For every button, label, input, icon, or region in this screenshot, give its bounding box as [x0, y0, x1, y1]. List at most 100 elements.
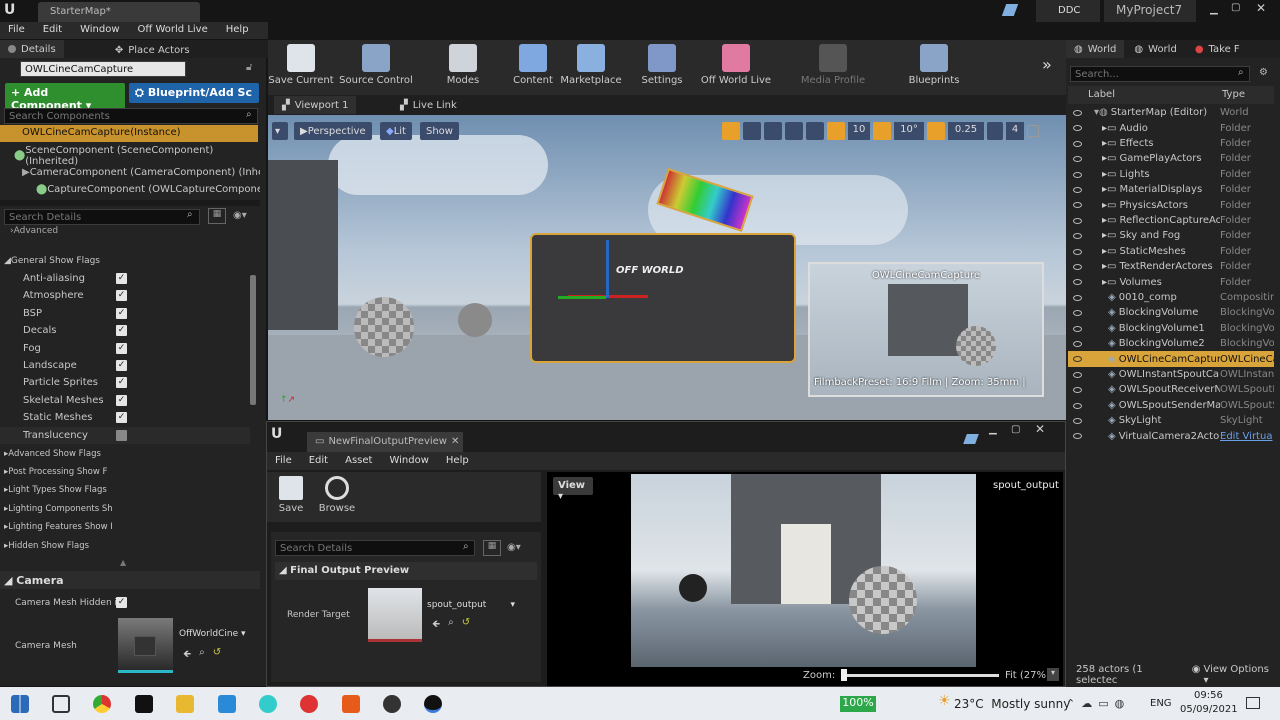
browse-icon[interactable]: ⌕: [448, 617, 454, 634]
outliner-row[interactable]: ▸▭ Lights Folder: [1068, 167, 1274, 182]
visibility-eye-icon[interactable]: [1073, 248, 1082, 255]
perspective-button[interactable]: ▶ Perspective: [294, 122, 372, 140]
visibility-eye-icon[interactable]: [1073, 325, 1082, 332]
tab-world-1[interactable]: ◍ World: [1066, 40, 1125, 58]
component-scene[interactable]: ⬤ SceneComponent (SceneComponent) (Inher…: [14, 145, 266, 167]
view-options-button[interactable]: ◉ View Options ▾: [1192, 664, 1276, 686]
visibility-eye-icon[interactable]: [1073, 371, 1082, 378]
sub-doc-tab[interactable]: ▭ NewFinalOutputPreview ✕: [307, 432, 463, 452]
toolbar-button[interactable]: Source Control: [338, 44, 414, 86]
sub-maximize-icon[interactable]: ▢: [1011, 424, 1020, 435]
flag-checkbox[interactable]: ✓: [116, 394, 127, 406]
app-blue-icon[interactable]: [218, 695, 236, 713]
details-scrollbar[interactable]: [250, 275, 256, 405]
flag-checkbox[interactable]: ✓: [116, 290, 127, 302]
grid-size[interactable]: 10: [848, 122, 870, 140]
outliner-row[interactable]: ▸▭ Sky and Fog Folder: [1068, 228, 1274, 243]
grid-snap-icon[interactable]: [827, 122, 845, 140]
toolbar-button[interactable]: Save Current: [268, 44, 334, 86]
visibility-eye-icon[interactable]: [1073, 171, 1082, 178]
visibility-eye-icon[interactable]: [1073, 279, 1082, 286]
outliner-row[interactable]: ◈ OWLSpoutReceiverN OWLSpoutR: [1068, 382, 1274, 397]
col-label[interactable]: Label: [1088, 89, 1115, 100]
component-camera[interactable]: ▶ CameraComponent (CameraComponent) (Inh…: [22, 164, 260, 181]
section-row[interactable]: ▸ Hidden Show Flags: [4, 537, 112, 554]
reset-icon[interactable]: ↺: [213, 647, 221, 664]
sub-close-icon[interactable]: ✕: [1035, 422, 1045, 436]
outliner-row[interactable]: ▾◍ StarterMap (Editor) World: [1068, 105, 1274, 120]
tab-close-icon[interactable]: ✕: [451, 436, 459, 448]
flag-checkbox[interactable]: ✓: [116, 377, 127, 389]
sub-grid-icon[interactable]: ▦: [483, 540, 501, 556]
battery-indicator[interactable]: 100%: [840, 696, 876, 712]
visibility-eye-icon[interactable]: [1073, 264, 1082, 270]
visibility-eye-icon[interactable]: [1073, 187, 1082, 193]
menu-help[interactable]: Help: [226, 24, 249, 37]
sub-eye-icon[interactable]: ◉▾: [507, 542, 521, 553]
visibility-eye-icon[interactable]: [1073, 310, 1082, 317]
media-player-icon[interactable]: [300, 695, 318, 713]
obs-icon[interactable]: [383, 695, 401, 713]
visibility-eye-icon[interactable]: [1073, 156, 1082, 163]
close-icon[interactable]: ✕: [1256, 1, 1266, 15]
app-orange-icon[interactable]: [342, 695, 360, 713]
sub-menu-edit[interactable]: Edit: [309, 455, 328, 467]
flag-checkbox[interactable]: ✓: [116, 273, 127, 284]
document-tab[interactable]: StarterMap*: [38, 2, 200, 22]
outliner-row[interactable]: ▸▭ Effects Folder: [1068, 136, 1274, 151]
rotation-snap-icon[interactable]: [873, 122, 891, 140]
flag-checkbox[interactable]: ✓: [116, 325, 127, 337]
section-row[interactable]: ▸ Lighting Features Show I: [4, 519, 112, 536]
render-target-thumbnail[interactable]: [368, 588, 422, 642]
flag-checkbox[interactable]: ✓: [116, 412, 127, 424]
flag-checkbox[interactable]: ✓: [116, 342, 127, 354]
toolbar-button[interactable]: Blueprints: [898, 44, 970, 86]
minimize-icon[interactable]: ▁: [1210, 4, 1218, 15]
section-row[interactable]: ▸ Advanced Show Flags: [4, 445, 112, 462]
view-menu-button[interactable]: View ▾: [553, 477, 593, 502]
camera-hidden-checkbox[interactable]: ✓: [116, 597, 127, 608]
outliner-row[interactable]: ▸▭ ReflectionCaptureAc Folder: [1068, 213, 1274, 228]
search-components-input[interactable]: Search Components: [4, 108, 258, 124]
camera-speed-icon[interactable]: [987, 122, 1003, 140]
toolbar-overflow-icon[interactable]: »: [1042, 55, 1052, 74]
visibility-eye-icon[interactable]: [1073, 140, 1082, 147]
zoom-slider-handle[interactable]: [841, 669, 847, 681]
final-output-header[interactable]: ◢ Final Output Preview: [275, 562, 537, 580]
surface-snap-icon[interactable]: [806, 122, 824, 140]
flag-checkbox[interactable]: [116, 429, 127, 441]
rotation-snap-value[interactable]: 10°: [894, 122, 924, 140]
sub-minimize-icon[interactable]: ▁: [989, 424, 997, 435]
sub-browse-button[interactable]: Browse: [317, 476, 357, 514]
outliner-row[interactable]: ◈ BlockingVolume1 BlockingVol: [1068, 321, 1274, 336]
sub-menu-file[interactable]: File: [275, 455, 292, 467]
weather-icon[interactable]: ☀: [938, 693, 951, 709]
file-explorer-icon[interactable]: [176, 695, 194, 713]
gizmo-y[interactable]: [558, 296, 606, 299]
blueprint-button[interactable]: ⛭ Blueprint/Add Sc: [129, 83, 259, 103]
flag-checkbox[interactable]: ✓: [116, 307, 127, 319]
outliner-row[interactable]: ◈ SkyLight SkyLight: [1068, 413, 1274, 428]
weather-text[interactable]: 23°C Mostly sunny: [954, 697, 1070, 711]
toolbar-button[interactable]: Marketplace: [556, 44, 626, 86]
visibility-eye-icon[interactable]: [1073, 294, 1082, 301]
project-tab[interactable]: MyProject7: [1104, 0, 1196, 22]
tab-place-actors[interactable]: ✥ Place Actors: [107, 42, 198, 60]
menu-offworld[interactable]: Off World Live: [138, 24, 208, 37]
clock-date[interactable]: 05/09/2021: [1180, 704, 1238, 715]
world-icon[interactable]: [785, 122, 803, 140]
translate-icon[interactable]: [722, 122, 740, 140]
viewport-options-button[interactable]: ▾: [272, 122, 288, 140]
splitter-handle[interactable]: ▲: [120, 558, 126, 567]
tab-take[interactable]: ● Take F: [1187, 40, 1248, 58]
maximize-viewport-icon[interactable]: [1027, 125, 1039, 137]
outliner-row[interactable]: ◈ OWLInstantSpoutCa OWLInstant: [1068, 367, 1274, 382]
outliner-settings-icon[interactable]: ⚙︎: [1259, 67, 1268, 78]
flag-checkbox[interactable]: ✓: [116, 360, 127, 371]
toolbar-button[interactable]: Settings: [626, 44, 698, 86]
zoom-slider[interactable]: [841, 674, 999, 677]
maximize-icon[interactable]: ▢: [1231, 2, 1240, 13]
menu-edit[interactable]: Edit: [43, 24, 62, 37]
windows-start-icon[interactable]: [11, 695, 29, 713]
outliner-row[interactable]: ▸▭ GamePlayActors Folder: [1068, 151, 1274, 166]
